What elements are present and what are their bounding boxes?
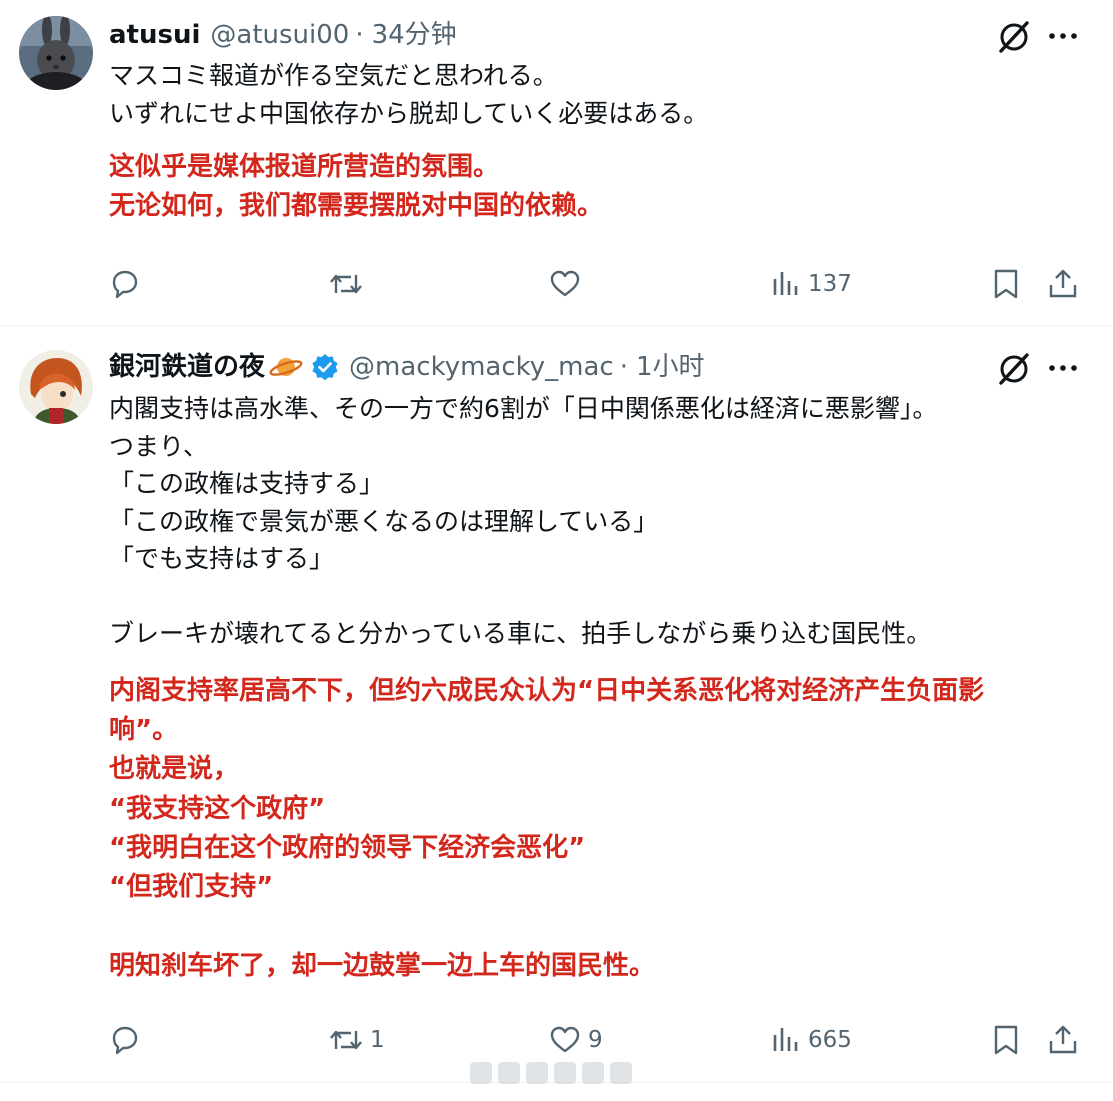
bookmark-button[interactable] (990, 262, 1022, 306)
watermark-mark (582, 1062, 604, 1084)
repost-button[interactable] (328, 262, 370, 306)
post-header: 銀河鉄道の夜 @mackymacky_mac · 1小时 (109, 349, 705, 385)
grok-icon[interactable] (994, 349, 1034, 389)
post-time[interactable]: 1小时 (636, 349, 705, 385)
post-time[interactable]: 34分钟 (372, 17, 457, 53)
bookmark-button[interactable] (990, 1018, 1022, 1062)
original-text-line: つまり、 (109, 431, 209, 461)
separator-dot: · (619, 352, 628, 382)
avatar[interactable] (19, 350, 93, 424)
reply-icon (112, 270, 138, 299)
reply-icon (112, 1026, 138, 1055)
share-button[interactable] (1047, 262, 1079, 306)
watermark (470, 1058, 650, 1088)
repost-icon (330, 1030, 362, 1050)
translation-text-line: 明知刹车坏了，却一边鼓掌一边上车的国民性。 (109, 951, 656, 982)
user-handle[interactable]: @atusui00 (210, 17, 349, 53)
bookmark-icon (994, 269, 1018, 299)
repost-icon (330, 274, 362, 294)
post-header: atusui @atusui00 · 34分钟 (109, 17, 457, 53)
more-icon[interactable] (1046, 348, 1080, 388)
action-bar: 1 9 665 (0, 1018, 1113, 1062)
original-text-line: 内閣支持は高水準、その一方で約6割が「日中関係悪化は経済に悪影響」。 (109, 394, 938, 423)
share-icon (1049, 1025, 1077, 1054)
original-text-line: ブレーキが壊れてると分かっている車に、拍手しながら乗り込む国民性。 (109, 619, 932, 648)
watermark-mark (610, 1062, 632, 1084)
like-button[interactable]: 9 (548, 1018, 603, 1062)
rabbit-avatar-icon (19, 16, 93, 90)
reply-button[interactable] (108, 262, 148, 306)
like-icon (550, 1026, 580, 1053)
views-icon (773, 272, 798, 295)
repost-button[interactable]: 1 (328, 1018, 385, 1062)
original-text-line: 「この政権は支持する」 (109, 469, 385, 498)
like-count: 9 (588, 1027, 603, 1053)
post[interactable]: 銀河鉄道の夜 @mackymacky_mac · 1小时 内閣支持は高水準、その… (0, 326, 1113, 1081)
action-bar: 137 (0, 262, 1113, 306)
translation-text-line: “我支持这个政府” (109, 793, 326, 824)
share-icon (1049, 269, 1077, 298)
separator-dot: · (355, 20, 364, 50)
post[interactable]: atusui @atusui00 · 34分钟 マスコミ報道が作る空気だと思われ… (0, 0, 1113, 325)
original-text-line: 「この政権で景気が悪くなるのは理解している」 (109, 506, 659, 536)
translation-text-line: 无论如何，我们都需要摆脱对中国的依赖。 (109, 191, 604, 222)
translation-text-line: 内阁支持率居高不下，但约六成民众认为“日中关系恶化将对经济产生负面影 (109, 675, 985, 706)
original-text-line: 「でも支持はする」 (109, 544, 335, 573)
translation-text-line: 这似乎是媒体报道所营造的氛围。 (109, 152, 500, 182)
original-text-line: マスコミ報道が作る空気だと思われる。 (109, 61, 558, 90)
like-icon (550, 270, 580, 297)
anime-character-avatar-icon (19, 350, 93, 424)
views-count: 665 (808, 1027, 852, 1053)
views-count: 137 (808, 271, 852, 297)
like-button[interactable] (548, 262, 588, 306)
bookmark-icon (994, 1025, 1018, 1055)
verified-icon[interactable] (311, 353, 339, 381)
original-text-line: いずれにせよ中国依存から脱却していく必要はある。 (109, 98, 709, 128)
grok-icon[interactable] (994, 17, 1034, 57)
translation-text-line: 响”。 (109, 714, 179, 745)
views-button[interactable]: 665 (770, 1018, 852, 1062)
share-button[interactable] (1047, 1018, 1079, 1062)
translation-text-line: “但我们支持” (109, 872, 274, 903)
repost-count: 1 (370, 1027, 385, 1053)
translation-text-line: 也就是说， (109, 754, 240, 785)
watermark-mark (498, 1062, 520, 1084)
user-handle[interactable]: @mackymacky_mac (349, 349, 614, 385)
watermark-mark (470, 1062, 492, 1084)
watermark-mark (526, 1062, 548, 1084)
watermark-mark (554, 1062, 576, 1084)
views-icon (773, 1028, 798, 1051)
planet-icon (269, 358, 303, 376)
more-icon[interactable] (1046, 16, 1080, 56)
avatar[interactable] (19, 16, 93, 90)
post-text: マスコミ報道が作る空気だと思われる。 いずれにせよ中国依存から脱却していく必要は… (109, 57, 1084, 227)
display-name[interactable]: 銀河鉄道の夜 (109, 349, 265, 385)
display-name[interactable]: atusui (109, 17, 200, 53)
translation-text-line: “我明白在这个政府的领导下经济会恶化” (109, 833, 586, 864)
reply-button[interactable] (108, 1018, 148, 1062)
views-button[interactable]: 137 (770, 262, 852, 306)
post-text: 内閣支持は高水準、その一方で約6割が「日中関係悪化は経済に悪影響」。 つまり、 … (109, 390, 1084, 987)
